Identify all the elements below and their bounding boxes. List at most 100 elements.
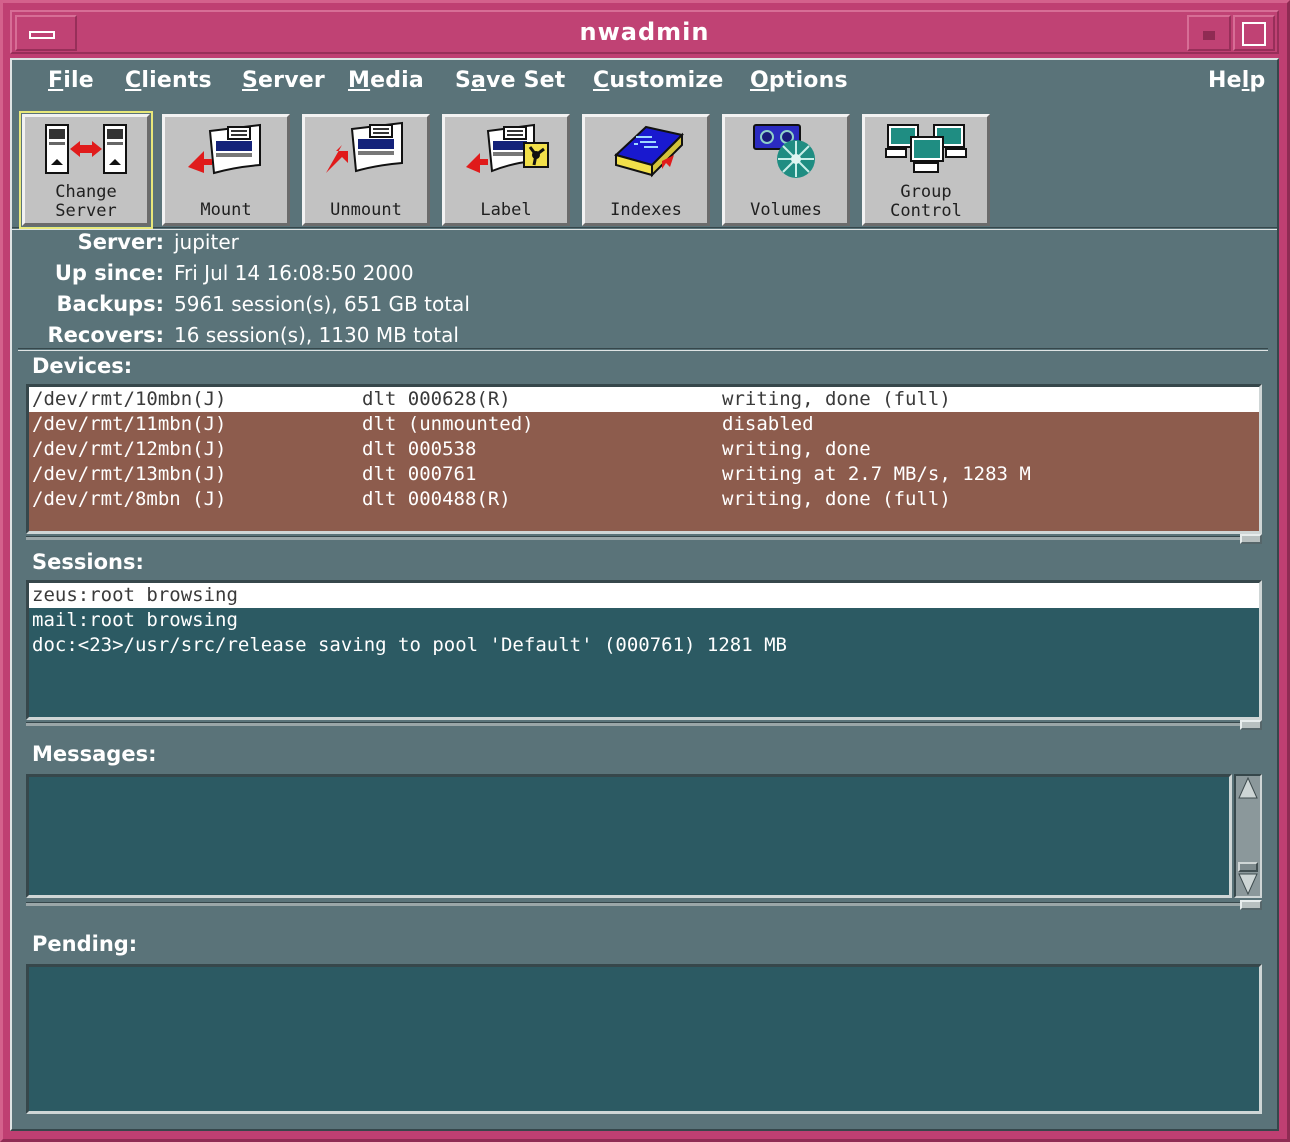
menu-mnemonic: S [242, 68, 259, 93]
menu-mnemonic: C [593, 68, 610, 93]
menu-item-options[interactable]: Options [750, 68, 848, 93]
session-row[interactable]: mail:root browsing [29, 608, 1259, 633]
device-name: /dev/rmt/8mbn (J) [32, 488, 227, 510]
scroll-down-arrow-icon[interactable] [1238, 873, 1258, 896]
toolbar-button-volumes[interactable]: Volumes [722, 114, 850, 226]
info-row-backups: Backups: 5961 session(s), 651 GB total [12, 292, 1277, 322]
session-row[interactable]: doc:<23>/usr/src/release saving to pool … [29, 633, 1259, 658]
resize-grip[interactable] [1240, 534, 1262, 544]
toolbar-button-mount[interactable]: Mount [162, 114, 290, 226]
messages-resize-separator[interactable] [26, 900, 1262, 910]
scrollbar-thumb[interactable] [1238, 862, 1258, 872]
menu-item-help[interactable]: Help [1208, 68, 1265, 93]
session-row[interactable]: zeus:root browsing [29, 583, 1259, 608]
application-window: nwadmin File Clients Server Media Save Set Cu… [0, 0, 1290, 1142]
resize-grip[interactable] [1240, 900, 1262, 910]
menu-mnemonic: M [348, 68, 371, 93]
menu-item-file[interactable]: File [48, 68, 94, 93]
devices-resize-separator[interactable] [26, 534, 1262, 544]
toolbar-button-label[interactable]: Label [442, 114, 570, 226]
toolbar-button-label: Group Control [865, 183, 987, 221]
info-row-upsince: Up since: Fri Jul 14 16:08:50 2000 [12, 261, 1277, 291]
device-media: dlt 000538 [362, 438, 477, 460]
toolbar-button-indexes[interactable]: Indexes [582, 114, 710, 226]
toolbar-button-label: Mount [165, 201, 287, 220]
info-label: Up since: [54, 261, 164, 285]
info-value: 5961 session(s), 651 GB total [174, 292, 470, 316]
menu-mnemonic: a [471, 68, 487, 93]
pending-panel: Pending: [18, 928, 1268, 1123]
menu-bar: File Clients Server Media Save Set Customize O… [12, 60, 1277, 106]
device-row[interactable]: /dev/rmt/13mbn(J) dlt 000761 writing at 2.… [29, 462, 1259, 487]
messages-scrollbar[interactable] [1234, 774, 1262, 898]
toolbar-button-change-server[interactable]: Change Server [19, 111, 153, 229]
resize-grip[interactable] [1240, 720, 1262, 730]
info-value: Fri Jul 14 16:08:50 2000 [174, 261, 414, 285]
device-media: dlt 000488(R) [362, 488, 511, 510]
device-media: dlt 000761 [362, 463, 477, 485]
unmount-icon [305, 121, 427, 183]
group-control-icon [865, 121, 987, 183]
toolbar-button-label-line1: Group [900, 182, 952, 202]
info-value: jupiter [174, 230, 239, 254]
device-status: writing, done [722, 438, 871, 460]
toolbar-button-label-line1: Indexes [610, 200, 682, 220]
toolbar-button-label: Unmount [305, 201, 427, 220]
menu-item-media[interactable]: Media [348, 68, 424, 93]
device-name: /dev/rmt/11mbn(J) [32, 413, 227, 435]
toolbar-button-group-control[interactable]: Group Control [862, 114, 990, 226]
toolbar-button-label: Indexes [585, 201, 707, 220]
shade-button[interactable] [1187, 15, 1231, 51]
menu-item-save-set[interactable]: Save Set [455, 68, 566, 93]
sessions-resize-separator[interactable] [26, 720, 1262, 730]
devices-label: Devices: [32, 354, 133, 378]
label-icon [445, 121, 567, 183]
server-info-block: Server: jupiter Up since: Fri Jul 14 16:08:… [12, 230, 1277, 350]
toolbar-button-label: Change Server [25, 183, 147, 221]
menu-mnemonic: l [1241, 68, 1250, 93]
device-status: writing, done (full) [722, 488, 951, 510]
client-area: File Clients Server Media Save Set Customize O… [10, 58, 1279, 1131]
toolbar-button-label-line1: Label [480, 200, 532, 220]
shade-icon [1203, 31, 1215, 40]
devices-panel: Devices: /dev/rmt/10mbn(J) dlt 000628(R) w… [18, 354, 1268, 544]
toolbar-button-label-line1: Change [55, 182, 117, 202]
devices-list[interactable]: /dev/rmt/10mbn(J) dlt 000628(R) writing, d… [26, 384, 1262, 534]
info-row-server: Server: jupiter [12, 230, 1277, 260]
info-label: Backups: [56, 292, 164, 316]
sessions-label: Sessions: [32, 550, 144, 574]
toolbar-button-label: Volumes [725, 201, 847, 220]
device-row[interactable]: /dev/rmt/8mbn (J) dlt 000488(R) writing, d… [29, 487, 1259, 512]
menu-item-customize[interactable]: Customize [593, 68, 724, 93]
change-server-icon [25, 121, 147, 183]
device-row[interactable]: /dev/rmt/12mbn(J) dlt 000538 writing, done [29, 437, 1259, 462]
pending-label: Pending: [32, 932, 138, 956]
maximize-button[interactable] [1233, 15, 1275, 51]
indexes-icon [585, 121, 707, 183]
scroll-up-arrow-icon[interactable] [1238, 776, 1258, 799]
mount-icon [165, 121, 287, 183]
device-status: writing at 2.7 MB/s, 1283 M [722, 463, 1031, 485]
menu-mnemonic: F [48, 68, 64, 93]
tool-bar: Change Server Mount Unmount Label Indexe… [12, 106, 1277, 230]
messages-list[interactable] [26, 774, 1232, 898]
device-name: /dev/rmt/12mbn(J) [32, 438, 227, 460]
info-separator [18, 348, 1268, 351]
messages-panel: Messages: [18, 738, 1268, 922]
maximize-icon [1242, 22, 1266, 46]
toolbar-button-label-line2: Server [55, 201, 117, 221]
device-row[interactable]: /dev/rmt/11mbn(J) dlt (unmounted) disabled [29, 412, 1259, 437]
device-media: dlt (unmounted) [362, 413, 534, 435]
pending-list[interactable] [26, 964, 1262, 1114]
messages-label: Messages: [32, 742, 157, 766]
info-label: Recovers: [47, 323, 164, 347]
toolbar-button-unmount[interactable]: Unmount [302, 114, 430, 226]
device-status: writing, done (full) [722, 388, 951, 410]
menu-item-clients[interactable]: Clients [125, 68, 212, 93]
device-status: disabled [722, 413, 814, 435]
device-name: /dev/rmt/10mbn(J) [32, 388, 227, 410]
toolbar-button-label-line1: Mount [200, 200, 252, 220]
menu-item-server[interactable]: Server [242, 68, 325, 93]
device-row[interactable]: /dev/rmt/10mbn(J) dlt 000628(R) writing, d… [29, 387, 1259, 412]
sessions-list[interactable]: zeus:root browsing mail:root browsing doc:… [26, 580, 1262, 720]
